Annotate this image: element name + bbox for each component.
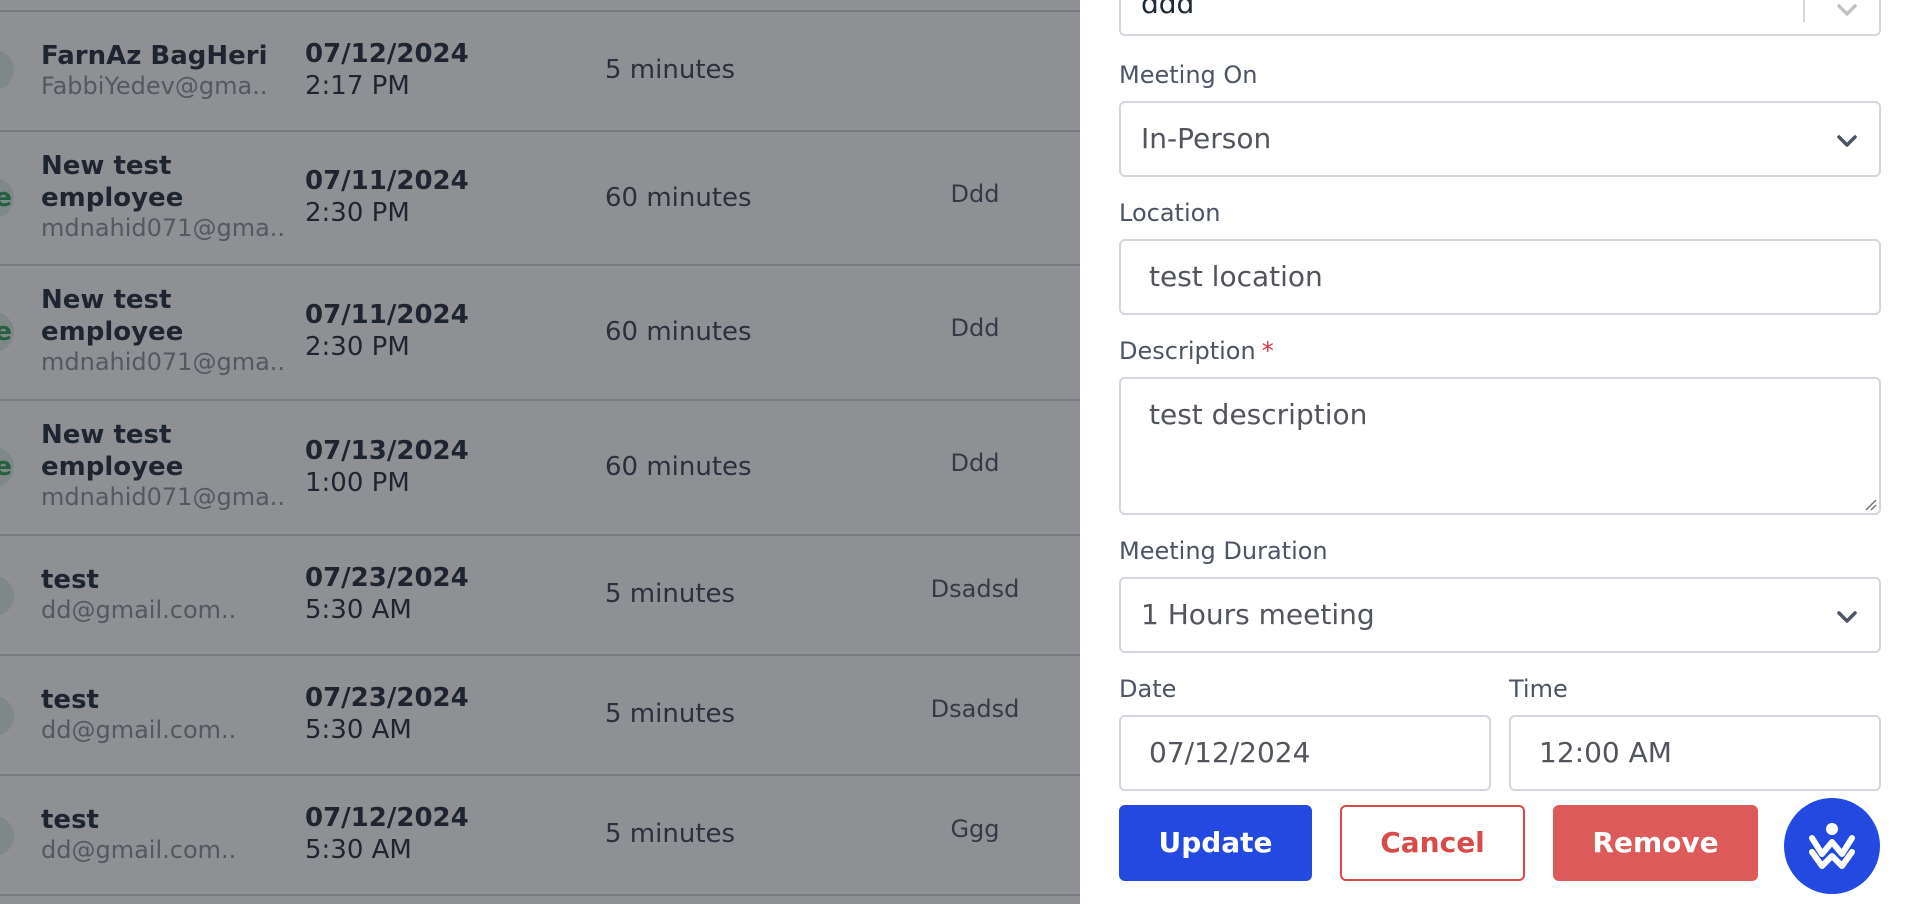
date-input[interactable]: 07/12/2024	[1119, 715, 1491, 791]
chat-widget-button[interactable]	[1784, 798, 1880, 894]
time-value: 12:00 AM	[1539, 736, 1672, 769]
modal-backdrop[interactable]	[0, 0, 1080, 904]
employee-select-value: ddd	[1141, 0, 1195, 20]
employee-select[interactable]: ddd	[1119, 0, 1881, 36]
chevron-down-icon	[1837, 135, 1857, 147]
meeting-duration-select[interactable]: 1 Hours meeting	[1119, 577, 1881, 653]
date-label: Date	[1119, 675, 1177, 703]
chevron-down-icon	[1837, 4, 1857, 16]
description-label: Description *	[1119, 336, 1274, 366]
meeting-on-value: In-Person	[1141, 122, 1272, 155]
location-label: Location	[1119, 199, 1221, 227]
meeting-on-select[interactable]: In-Person	[1119, 101, 1881, 177]
select-separator	[1803, 0, 1805, 22]
location-input[interactable]: test location	[1119, 239, 1881, 315]
location-value: test location	[1149, 260, 1323, 293]
description-textarea[interactable]: test description	[1119, 377, 1881, 515]
description-value: test description	[1149, 398, 1368, 431]
date-value: 07/12/2024	[1149, 736, 1311, 769]
cancel-button[interactable]: Cancel	[1340, 805, 1525, 881]
meeting-duration-label: Meeting Duration	[1119, 537, 1328, 565]
time-input[interactable]: 12:00 AM	[1509, 715, 1881, 791]
chevron-down-icon	[1837, 611, 1857, 623]
resize-handle-icon[interactable]	[1861, 495, 1877, 511]
brand-logo-icon	[1809, 823, 1855, 869]
time-label: Time	[1509, 675, 1568, 703]
remove-button[interactable]: Remove	[1553, 805, 1758, 881]
meeting-duration-value: 1 Hours meeting	[1141, 598, 1375, 631]
required-mark: *	[1261, 337, 1274, 365]
edit-meeting-panel: ddd Meeting On In-Person Location test l…	[1080, 0, 1908, 904]
update-button[interactable]: Update	[1119, 805, 1312, 881]
description-label-text: Description	[1119, 337, 1256, 365]
meeting-on-label: Meeting On	[1119, 61, 1258, 89]
